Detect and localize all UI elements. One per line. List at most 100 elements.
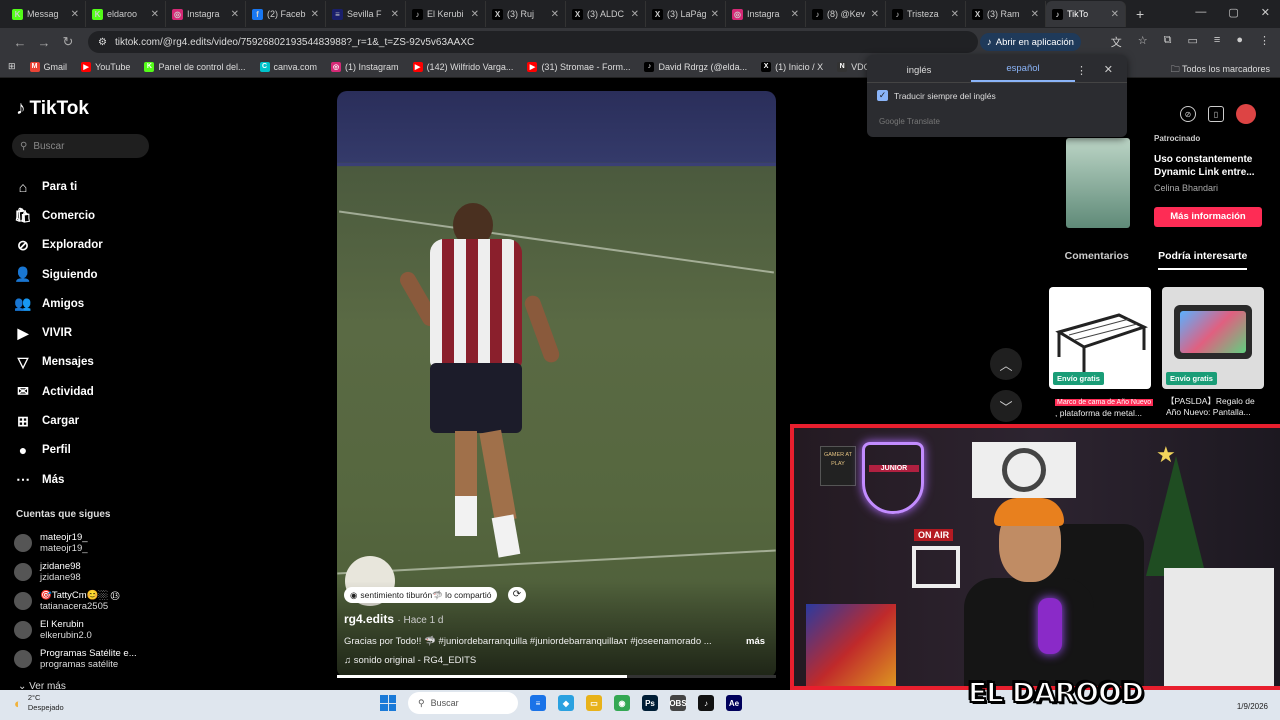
tab-close-icon[interactable]: ✕	[871, 9, 879, 20]
tab-close-icon[interactable]: ✕	[1111, 9, 1119, 20]
browser-tab[interactable]: X (3) ALDC ✕	[566, 1, 646, 27]
sidepanel-icon[interactable]: ▭	[1188, 34, 1198, 50]
taskbar-app-icon[interactable]: ♪	[698, 695, 714, 711]
bookmark-item[interactable]: ◎ (1) Instagram	[331, 61, 399, 72]
all-bookmarks-link[interactable]: 🗀 Todos los marcadores	[1171, 62, 1270, 78]
taskbar-app-icon[interactable]: ◉	[614, 695, 630, 711]
bookmark-item[interactable]: Ccanva.com	[259, 61, 317, 72]
prev-video-button[interactable]: ︿	[990, 348, 1022, 380]
minimize-icon[interactable]: —	[1195, 6, 1206, 19]
repost-icon[interactable]: ⟳	[508, 587, 526, 603]
taskbar-app-icon[interactable]: Ps	[642, 695, 658, 711]
bookmark-item[interactable]: ▶ (31) Stromae - Form...	[527, 61, 630, 72]
browser-tab[interactable]: ◎ Instagra ✕	[166, 1, 246, 27]
search-input[interactable]: ⚲ Buscar	[12, 134, 149, 158]
phone-icon[interactable]: ▯	[1208, 106, 1224, 122]
video-progress-bar[interactable]	[337, 675, 776, 678]
tab-close-icon[interactable]: ✕	[391, 9, 399, 20]
taskbar-app-icon[interactable]: Ae	[726, 695, 742, 711]
always-translate-checkbox[interactable]: ✓ Traducir siempre del inglés	[877, 90, 996, 101]
nav-item[interactable]: ⌂ Para ti	[14, 172, 103, 201]
ad-thumbnail[interactable]	[1066, 138, 1130, 228]
extensions-icon[interactable]: ⧉	[1164, 34, 1172, 50]
nav-item[interactable]: ⊘ Explorador	[14, 231, 103, 260]
tab-close-icon[interactable]: ✕	[631, 9, 639, 20]
tab-close-icon[interactable]: ✕	[311, 9, 319, 20]
tab-close-icon[interactable]: ✕	[71, 9, 79, 20]
forward-icon[interactable]: →	[32, 35, 56, 50]
taskbar-app-icon[interactable]: OBS	[669, 695, 687, 711]
browser-tab[interactable]: f (2) Faceb ✕	[246, 1, 326, 27]
windows-start-icon[interactable]	[380, 695, 396, 711]
bookmark-star-icon[interactable]: ☆	[1138, 34, 1148, 50]
translate-tab-english[interactable]: inglés	[867, 65, 971, 82]
browser-tab[interactable]: ≡ Sevilla F ✕	[326, 1, 406, 27]
tab-close-icon[interactable]: ✕	[951, 9, 959, 20]
share-pill[interactable]: ◉ sentimiento tiburón🦈 lo compartió	[344, 587, 498, 603]
tab-comments[interactable]: Comentarios	[1065, 250, 1129, 270]
tab-close-icon[interactable]: ✕	[231, 9, 239, 20]
bookmark-item[interactable]: ▶ YouTube	[81, 61, 130, 72]
nav-item[interactable]: ▶ VIVIR	[14, 318, 103, 347]
product-desc-bed[interactable]: Marco de cama de Año Nuevo , plataforma …	[1055, 396, 1159, 419]
ad-author[interactable]: Celina Bhandari	[1154, 183, 1218, 193]
taskbar-app-icon[interactable]: ≡	[530, 695, 546, 711]
taskbar-app-icon[interactable]: ▭	[586, 695, 602, 711]
bookmark-item[interactable]: X (1) Inicio / X	[761, 61, 823, 72]
browser-tab[interactable]: ◎ Instagra ✕	[726, 1, 806, 27]
reload-icon[interactable]: ↻	[56, 34, 80, 50]
media-icon[interactable]: ≡	[1214, 34, 1220, 50]
translate-menu-icon[interactable]: ⋮	[1076, 64, 1087, 77]
url-field[interactable]: ⚙ tiktok.com/@rg4.edits/video/7592680219…	[88, 31, 978, 53]
more-info-button[interactable]: Más información	[1154, 207, 1262, 227]
following-account[interactable]: 🎯TattyCm😊🏼 ⑬ tatianacera2505	[14, 586, 137, 615]
nav-item[interactable]: 👥 Amigos	[14, 289, 103, 318]
browser-tab[interactable]: X (3) LaPág ✕	[646, 1, 726, 27]
browser-tab[interactable]: X (3) Ruj ✕	[486, 1, 566, 27]
following-account[interactable]: jzidane98 jzidane98	[14, 557, 137, 586]
tab-close-icon[interactable]: ✕	[1031, 9, 1039, 20]
browser-tab[interactable]: ♪ Tristeza ✕	[886, 1, 966, 27]
bookmark-item[interactable]: ▶ (142) Wilfrido Varga...	[412, 61, 513, 72]
new-tab-button[interactable]: +	[1136, 6, 1144, 22]
caption-more-link[interactable]: más	[746, 636, 765, 647]
tab-suggested[interactable]: Podría interesarte	[1158, 250, 1248, 270]
bookmark-item[interactable]: M Gmail	[29, 61, 67, 72]
translate-close-icon[interactable]: ✕	[1104, 63, 1113, 76]
product-card-bed[interactable]: Envío gratis	[1049, 287, 1151, 389]
nav-item[interactable]: ✉ Actividad	[14, 377, 103, 406]
taskbar-app-icon[interactable]: ◆	[558, 695, 574, 711]
bookmark-item[interactable]: K Panel de control del...	[144, 61, 246, 72]
video-sound[interactable]: ♫ sonido original - RG4_EDITS	[344, 655, 476, 666]
nav-item[interactable]: ⋯ Más	[14, 465, 103, 494]
browser-tab[interactable]: ♪ TikTo ✕	[1046, 1, 1126, 27]
tab-close-icon[interactable]: ✕	[551, 9, 559, 20]
user-avatar[interactable]	[1236, 104, 1256, 124]
browser-tab[interactable]: ♪ (8) @Kev ✕	[806, 1, 886, 27]
coins-icon[interactable]: ⊘	[1180, 106, 1196, 122]
nav-item[interactable]: 👤 Siguiendo	[14, 260, 103, 289]
video-author[interactable]: rg4.edits · Hace 1 d	[344, 612, 444, 626]
following-account[interactable]: mateojr19_ mateojr19_	[14, 528, 137, 557]
next-video-button[interactable]: ﹀	[990, 390, 1022, 422]
product-card-screen[interactable]: Envío gratis	[1162, 287, 1264, 389]
tab-close-icon[interactable]: ✕	[791, 9, 799, 20]
browser-tab[interactable]: Keldaroo ✕	[86, 1, 166, 27]
nav-item[interactable]: 🛍 Comercio	[14, 201, 103, 230]
menu-icon[interactable]: ⋮	[1259, 34, 1270, 50]
weather-widget[interactable]: ◐ 2°C Despejado	[14, 693, 64, 713]
product-desc-screen[interactable]: 【PASLDA】Regalo de Año Nuevo: Pantalla...	[1166, 396, 1270, 418]
ad-title[interactable]: Uso constantemente Dynamic Link entre...	[1154, 153, 1264, 179]
tab-close-icon[interactable]: ✕	[151, 9, 159, 20]
following-account[interactable]: Programas Satélite e... programas satélit…	[14, 644, 137, 673]
following-account[interactable]: El Kerubin elkerubin2.0	[14, 615, 137, 644]
apps-grid-icon[interactable]: ⊞	[8, 61, 16, 72]
maximize-icon[interactable]: ▢	[1228, 6, 1238, 19]
open-in-app-button[interactable]: ♪ Abrir en aplicación	[980, 33, 1081, 51]
nav-item[interactable]: ● Perfil	[14, 436, 103, 465]
taskbar-search[interactable]: ⚲ Buscar	[408, 692, 518, 714]
nav-item[interactable]: ⊞ Cargar	[14, 406, 103, 435]
bookmark-item[interactable]: ♪ David Rdrgz (@elda...	[644, 61, 747, 72]
profile-icon[interactable]: ●	[1236, 34, 1243, 50]
browser-tab[interactable]: X (3) Ram ✕	[966, 1, 1046, 27]
